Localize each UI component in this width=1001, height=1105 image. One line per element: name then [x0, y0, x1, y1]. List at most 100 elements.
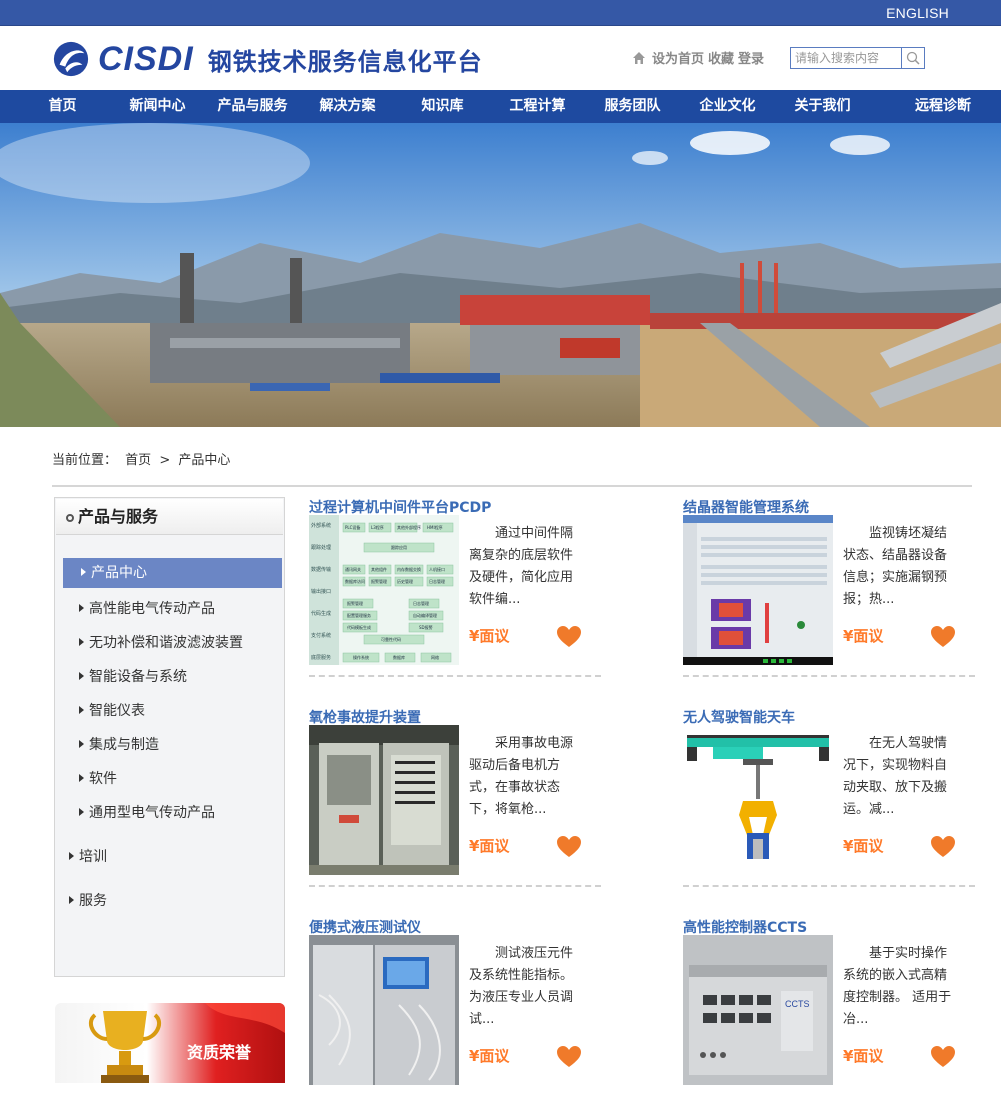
sidebar-item-label: 服务	[79, 893, 107, 909]
product-price: ¥面议	[469, 627, 510, 645]
steel-plant-panorama-image	[0, 123, 1001, 427]
login-link[interactable]: 登录	[738, 48, 764, 67]
home-icon	[633, 51, 645, 64]
hero-banner	[0, 123, 1001, 427]
heart-icon[interactable]	[557, 836, 581, 858]
sidebar: 产品与服务 产品中心 高性能电气传动产品 无功补偿和谐波滤波装置 智能设备与系统…	[54, 497, 285, 977]
ccts-device-label: CCTS	[785, 999, 810, 1009]
diagram-box-label: 网络	[431, 654, 439, 660]
product-card: 无人驾驶智能天车 在无人驾驶情况下，实现物料自动夹取、放下及搬运。减... ¥面…	[683, 710, 975, 895]
sidebar-subitem-general-drive[interactable]: 通用型电气传动产品	[79, 802, 215, 822]
set-homepage-link[interactable]: 设为首页	[652, 48, 704, 67]
product-description: 基于实时操作系统的嵌入式高精度控制器。 适用于冶...	[843, 946, 952, 1027]
heart-icon[interactable]	[557, 626, 581, 648]
sidebar-item-label: 产品中心	[91, 565, 147, 581]
search-button[interactable]	[901, 48, 924, 68]
nav-item-about[interactable]: 关于我们	[760, 90, 885, 123]
sidebar-subitem-software[interactable]: 软件	[79, 768, 117, 788]
diagram-box-label: 自动编译管理	[413, 612, 437, 618]
arrow-right-icon	[79, 672, 84, 680]
pcdp-architecture-image: 外部系统 跟踪处理 数据传输 输出接口 代码生成 支付系统 底层服务 PLC设备…	[309, 515, 459, 665]
product-image[interactable]	[309, 725, 459, 875]
breadcrumb-label: 当前位置：	[52, 453, 118, 468]
diagram-box-label: 内存数据交换	[397, 566, 421, 572]
site-logo[interactable]: CISDI 钢铁技术服务信息化平台	[52, 40, 483, 78]
diagram-box-label: 配置管理服务	[347, 612, 371, 618]
diagram-box-label: 报警管理	[371, 578, 387, 584]
product-title[interactable]: 高性能控制器CCTS	[683, 917, 807, 937]
favorite-link[interactable]: 收藏	[708, 48, 734, 67]
diagram-box-label: 可靠性代码	[381, 636, 401, 642]
sidebar-item-label: 软件	[89, 771, 117, 787]
product-title[interactable]: 过程计算机中间件平台PCDP	[309, 497, 491, 517]
product-image[interactable]	[309, 935, 459, 1085]
arrow-right-icon	[79, 808, 84, 816]
product-title[interactable]: 结晶器智能管理系统	[683, 497, 809, 517]
sidebar-item-training[interactable]: 培训	[69, 846, 107, 866]
diagram-box-label: SD报警	[419, 624, 433, 630]
ccts-controller-image: CCTS	[683, 935, 833, 1085]
product-price: ¥面议	[843, 1047, 884, 1065]
product-divider	[683, 885, 975, 887]
sidebar-subitem-instruments[interactable]: 智能仪表	[79, 700, 145, 720]
diagram-label: 跟踪处理	[311, 544, 331, 551]
diagram-box-label: 日志管理	[429, 578, 445, 584]
sidebar-subitem-reactive[interactable]: 无功补偿和谐波滤波装置	[79, 632, 243, 652]
product-card: 高性能控制器CCTS CCTS 基于实时操作系统的嵌入式高精度控制器。 适用于冶…	[683, 920, 975, 1105]
product-image[interactable]: CCTS	[683, 935, 833, 1085]
heart-icon[interactable]	[557, 1046, 581, 1068]
nav-item-products[interactable]: 产品与服务	[190, 90, 315, 123]
heart-icon[interactable]	[931, 836, 955, 858]
diagram-box-label: 跟踪应用	[391, 544, 407, 550]
site-title: 钢铁技术服务信息化平台	[207, 47, 483, 76]
search-input[interactable]	[791, 48, 901, 68]
sidebar-subitem-drive[interactable]: 高性能电气传动产品	[79, 598, 215, 618]
nav-item-home[interactable]: 首页	[0, 90, 125, 123]
english-link[interactable]: ENGLISH	[886, 5, 949, 21]
nav-item-remote[interactable]: 远程诊断	[885, 90, 1001, 123]
nav-item-team[interactable]: 服务团队	[570, 90, 695, 123]
product-title[interactable]: 无人驾驶智能天车	[683, 707, 795, 727]
breadcrumb-current[interactable]: 产品中心	[178, 453, 230, 468]
product-divider	[309, 885, 601, 887]
nav-item-engineering[interactable]: 工程计算	[505, 90, 570, 123]
arrow-right-icon	[69, 852, 74, 860]
nav-item-news[interactable]: 新闻中心	[125, 90, 190, 123]
crane-gripper-image	[683, 725, 833, 875]
product-title[interactable]: 氧枪事故提升装置	[309, 707, 421, 727]
heart-icon[interactable]	[931, 626, 955, 648]
diagram-label: 数据传输	[311, 566, 331, 573]
circle-bullet-icon	[66, 514, 74, 522]
diagram-label: 支付系统	[311, 632, 331, 639]
product-title[interactable]: 便携式液压测试仪	[309, 917, 421, 937]
diagram-box-label: PLC设备	[345, 524, 360, 530]
product-description: 采用事故电源驱动后备电机方式，在事故状态下，将氧枪...	[469, 736, 574, 817]
cisdi-logo-icon	[53, 41, 89, 77]
arrow-right-icon	[79, 740, 84, 748]
sidebar-subitem-smart-devices[interactable]: 智能设备与系统	[79, 666, 187, 686]
product-description: 测试液压元件及系统性能指标。为液压专业人员调试...	[469, 946, 574, 1027]
sidebar-item-service[interactable]: 服务	[69, 890, 107, 910]
main-nav: 首页 新闻中心 产品与服务 解决方案 知识库 工程计算 服务团队 企业文化 关于…	[0, 90, 1001, 123]
arrow-right-icon	[69, 896, 74, 904]
product-divider	[309, 675, 601, 677]
product-card: 氧枪事故提升装置 采用事故电源驱动后备电机方式，在事故状态下，将氧枪... ¥面…	[309, 710, 601, 895]
nav-item-knowledge[interactable]: 知识库	[380, 90, 505, 123]
top-bar: ENGLISH	[0, 0, 1001, 26]
breadcrumb-home[interactable]: 首页	[125, 453, 151, 468]
product-card: 过程计算机中间件平台PCDP 外部系统 跟踪处理 数据传输 输出接口 代码生成 …	[309, 500, 601, 685]
product-image[interactable]	[683, 515, 833, 665]
product-image[interactable]	[683, 725, 833, 875]
diagram-label: 代码生成	[311, 610, 331, 617]
sidebar-item-products-center[interactable]: 产品中心	[63, 558, 282, 588]
sidebar-title: 产品与服务	[56, 499, 283, 535]
honor-banner[interactable]: 资质荣誉	[55, 1003, 285, 1083]
heart-icon[interactable]	[931, 1046, 955, 1068]
diagram-label: 外部系统	[311, 522, 331, 529]
sidebar-subitem-integration[interactable]: 集成与制造	[79, 734, 159, 754]
product-image[interactable]: 外部系统 跟踪处理 数据传输 输出接口 代码生成 支付系统 底层服务 PLC设备…	[309, 515, 459, 665]
diagram-box-label: 人机接口	[429, 566, 445, 572]
product-card: 结晶器智能管理系统 监视铸坯凝结状态、结晶器设备信息；实施漏钢预报；热... ¥…	[683, 500, 975, 685]
nav-item-culture[interactable]: 企业文化	[695, 90, 760, 123]
nav-item-solutions[interactable]: 解决方案	[315, 90, 380, 123]
